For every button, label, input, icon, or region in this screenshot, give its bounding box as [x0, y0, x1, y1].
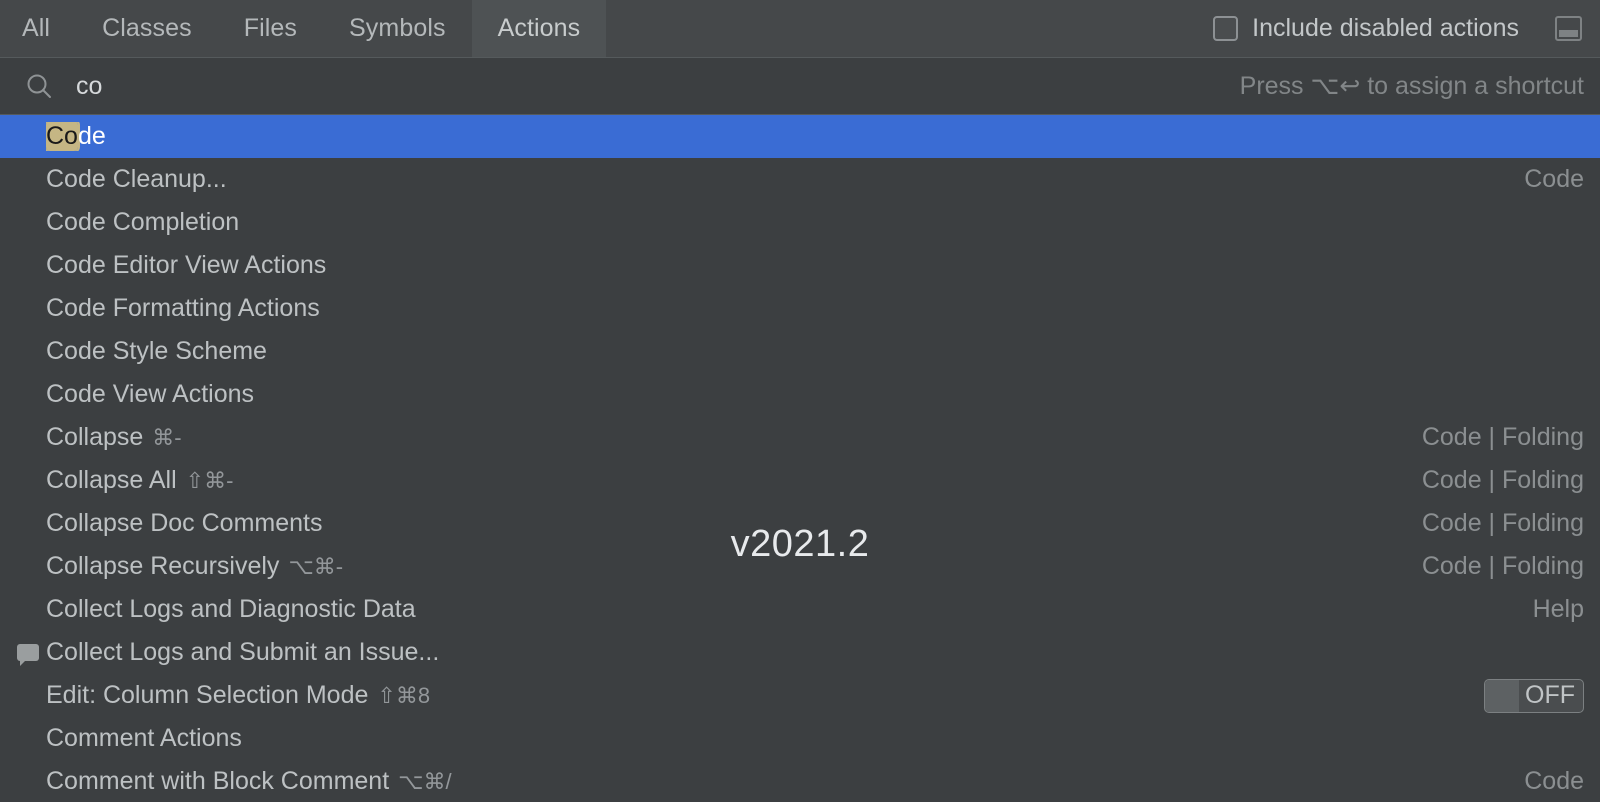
tab-files[interactable]: Files [218, 0, 323, 57]
result-row[interactable]: Edit: Column Selection Mode ⇧⌘8 OFF [0, 674, 1600, 717]
search-everywhere-dialog: All Classes Files Symbols Actions Include di… [0, 0, 1600, 802]
toggle-label: OFF [1525, 681, 1575, 709]
result-row-label: Comment with Block Comment [46, 767, 390, 795]
tab-list: All Classes Files Symbols Actions [0, 0, 607, 57]
include-disabled-actions-checkbox[interactable]: Include disabled actions [1213, 14, 1519, 43]
result-row[interactable]: Code Editor View Actions [0, 244, 1600, 287]
tab-label: Symbols [349, 14, 446, 42]
result-row-main: Code Style Scheme [46, 337, 267, 366]
result-row[interactable]: Collect Logs and Diagnostic Data Help [0, 588, 1600, 631]
result-row-shortcut: ⇧⌘8 [377, 683, 431, 708]
result-row-group: Code | Folding [1421, 466, 1584, 494]
result-row-main: Code [46, 122, 106, 151]
result-row[interactable]: Collect Logs and Submit an Issue... [0, 631, 1600, 674]
result-row-shortcut: ⌘- [152, 425, 182, 450]
shortcut-assign-hint: Press ⌥↩ to assign a shortcut [1239, 72, 1584, 100]
result-row[interactable]: Code View Actions [0, 373, 1600, 416]
toggle-knob [1485, 679, 1519, 712]
result-row-label: Collapse Doc Comments [46, 509, 323, 537]
result-row-group: Code | Folding [1421, 552, 1584, 580]
result-row[interactable]: Comment with Block Comment ⌥⌘/ Code [0, 760, 1600, 802]
result-row-main: Collapse ⌘- [46, 423, 182, 452]
search-row: Press ⌥↩ to assign a shortcut [0, 57, 1600, 115]
tab-all[interactable]: All [0, 0, 76, 57]
result-row-shortcut: ⇧⌘- [185, 468, 234, 493]
result-row-label: Edit: Column Selection Mode [46, 681, 369, 709]
result-row-group: Code [1524, 767, 1584, 795]
search-icon [24, 71, 54, 101]
result-row[interactable]: Collapse Doc Comments Code | Folding [0, 502, 1600, 545]
result-row-toggle-area: OFF [1460, 678, 1584, 713]
result-row-label: Collapse All [46, 466, 177, 494]
result-row-label: Collect Logs and Diagnostic Data [46, 595, 416, 623]
result-row-shortcut: ⌥⌘- [288, 554, 344, 579]
result-row-main: Code Formatting Actions [46, 294, 320, 323]
result-row[interactable]: Comment Actions [0, 717, 1600, 760]
result-row-label: Collapse Recursively [46, 552, 280, 580]
result-row-label: Code View Actions [46, 380, 254, 408]
result-row-main: Comment with Block Comment ⌥⌘/ [46, 767, 452, 796]
result-row-label: Code Formatting Actions [46, 294, 320, 322]
result-row-main: Code Cleanup... [46, 165, 227, 194]
match-highlight: Co [46, 122, 78, 151]
result-row-group: Help [1532, 595, 1584, 623]
result-row-label: Comment Actions [46, 724, 242, 752]
result-row-shortcut: ⌥⌘/ [398, 769, 452, 794]
result-row-main: Code Completion [46, 208, 239, 237]
panel-window-icon[interactable] [1555, 16, 1582, 41]
result-row-main: Code View Actions [46, 380, 254, 409]
tab-label: Actions [497, 14, 581, 42]
result-row-label: Code [46, 122, 106, 151]
tab-actions[interactable]: Actions [471, 0, 607, 57]
result-row-label: Collect Logs and Submit an Issue... [46, 638, 440, 666]
result-row-main: Collect Logs and Diagnostic Data [46, 595, 416, 624]
result-row[interactable]: Code [0, 115, 1600, 158]
tab-label: All [22, 14, 51, 42]
result-row[interactable]: Collapse All ⇧⌘- Code | Folding [0, 459, 1600, 502]
result-row-label: Code Completion [46, 208, 240, 236]
tab-classes[interactable]: Classes [76, 0, 218, 57]
result-row-label: Code Cleanup... [46, 165, 227, 193]
result-row-group: Code | Folding [1421, 509, 1584, 537]
include-disabled-actions-label: Include disabled actions [1252, 14, 1519, 42]
result-row-group: Code | Folding [1421, 423, 1584, 451]
tab-label: Files [243, 14, 298, 42]
result-row-main: Comment Actions [46, 724, 242, 753]
tab-bar-actions: Include disabled actions [1213, 0, 1600, 57]
result-row-main: Collapse Recursively ⌥⌘- [46, 552, 343, 581]
result-rows: Code Code Cleanup... Code Code Completion Co… [0, 115, 1600, 802]
speech-bubble-glyph [17, 644, 39, 666]
result-row[interactable]: Code Cleanup... Code [0, 158, 1600, 201]
result-row-main: Collect Logs and Submit an Issue... [46, 638, 439, 667]
results-list[interactable]: v2021.2 Code Code Cleanup... Code Code Comp… [0, 115, 1600, 802]
result-row-label: Code Style Scheme [46, 337, 267, 365]
result-row-group: Code [1524, 165, 1584, 193]
result-row-label: Code Editor View Actions [46, 251, 327, 279]
result-row-main: Collapse Doc Comments [46, 509, 323, 538]
result-row-main: Collapse All ⇧⌘- [46, 466, 233, 495]
tab-bar: All Classes Files Symbols Actions Include di… [0, 0, 1600, 57]
search-input[interactable] [76, 71, 1240, 101]
result-row[interactable]: Collapse ⌘- Code | Folding [0, 416, 1600, 459]
tab-label: Classes [102, 14, 192, 42]
tab-symbols[interactable]: Symbols [323, 0, 472, 57]
result-row[interactable]: Code Formatting Actions [0, 287, 1600, 330]
checkbox-box[interactable] [1213, 16, 1239, 41]
column-selection-mode-toggle[interactable]: OFF [1484, 678, 1584, 713]
result-row[interactable]: Collapse Recursively ⌥⌘- Code | Folding [0, 545, 1600, 588]
result-row-label: Collapse [46, 423, 144, 451]
speech-bubble-icon [10, 644, 46, 666]
result-row-main: Edit: Column Selection Mode ⇧⌘8 [46, 681, 430, 710]
result-row-main: Code Editor View Actions [46, 251, 326, 280]
result-row[interactable]: Code Style Scheme [0, 330, 1600, 373]
result-row[interactable]: Code Completion [0, 201, 1600, 244]
